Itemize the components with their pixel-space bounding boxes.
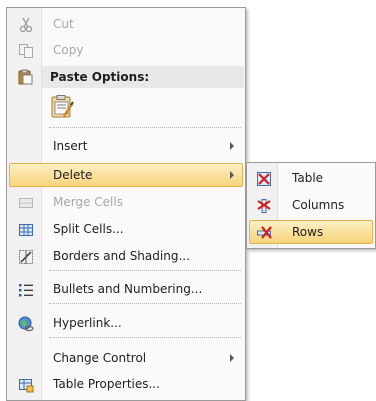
paste-options-label: Paste Options: [50,70,150,84]
submenu-item-label: Rows [292,225,324,239]
menu-item-delete[interactable]: Delete [9,163,243,187]
menu-separator [49,127,241,128]
menu-item-label: Copy [53,43,84,57]
menu-item-label: Cut [53,17,74,31]
bullets-list-icon [19,284,33,297]
menu-item-split-cells[interactable]: Split Cells... [9,217,243,241]
submenu-arrow-icon [230,354,234,362]
menu-item-table-properties[interactable]: Table Properties... [9,372,243,396]
paste-keep-formatting-button[interactable] [49,94,75,120]
context-menu: Cut Copy Paste Options: Insert Delete Me… [6,7,246,401]
menu-item-hyperlink[interactable]: Hyperlink... [9,311,243,335]
menu-item-bullets-numbering[interactable]: Bullets and Numbering... [9,277,243,301]
menu-separator [49,337,241,338]
hyperlink-globe-icon [18,316,34,332]
delete-columns-icon [257,199,271,213]
menu-item-borders-shading[interactable]: Borders and Shading... [9,244,243,268]
paste-clipboard-icon [18,69,33,85]
merge-cells-icon [19,198,33,208]
submenu-arrow-icon [230,142,234,150]
menu-item-change-control[interactable]: Change Control [9,346,243,370]
split-cells-icon [19,224,33,236]
delete-submenu: Table Columns Rows [246,162,376,249]
menu-separator [49,303,241,304]
copy-icon [19,44,33,58]
menu-item-merge-cells[interactable]: Merge Cells [9,190,243,214]
scissors-icon [19,17,33,33]
paste-options-header: Paste Options: [42,66,244,88]
menu-item-label: Change Control [53,351,147,365]
menu-item-insert[interactable]: Insert [9,134,243,158]
menu-item-label: Insert [53,139,88,153]
delete-table-icon [257,172,271,186]
menu-item-label: Hyperlink... [53,316,122,330]
menu-item-copy[interactable]: Copy [9,38,243,62]
menu-item-label: Merge Cells [53,195,123,209]
borders-shading-icon [19,250,33,264]
table-properties-icon [19,379,34,393]
menu-separator [49,270,241,271]
menu-item-label: Split Cells... [53,222,124,236]
menu-item-label: Borders and Shading... [53,249,190,263]
submenu-item-delete-rows[interactable]: Rows [249,220,373,244]
delete-rows-icon [257,226,272,239]
menu-item-cut[interactable]: Cut [9,12,243,36]
submenu-item-label: Columns [292,198,345,212]
submenu-item-delete-table[interactable]: Table [249,166,373,190]
menu-item-label: Bullets and Numbering... [53,282,203,296]
submenu-arrow-icon [230,171,234,179]
submenu-item-delete-columns[interactable]: Columns [249,193,373,217]
paste-keep-formatting-icon [51,95,74,118]
menu-item-label: Table Properties... [53,377,160,391]
submenu-item-label: Table [292,171,324,185]
menu-item-label: Delete [53,168,93,182]
